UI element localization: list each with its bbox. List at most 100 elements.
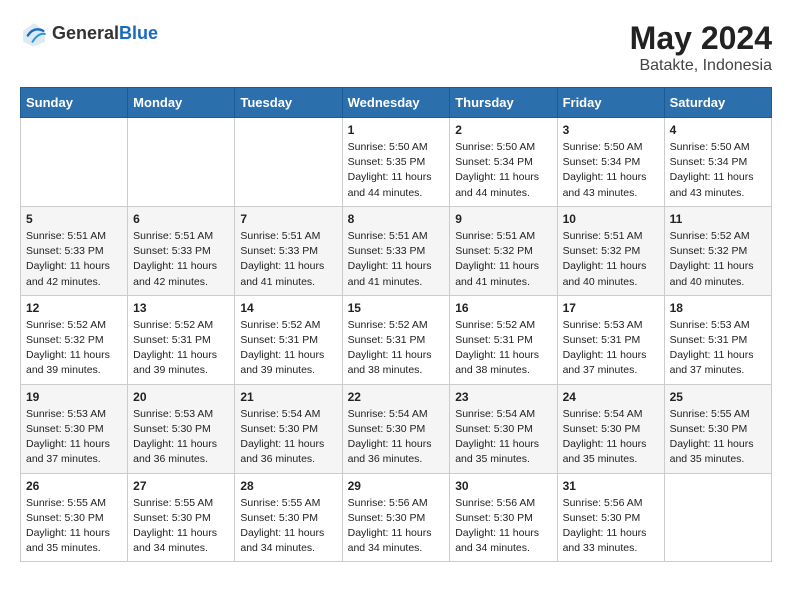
day-number: 12 — [26, 301, 122, 315]
day-info: Sunrise: 5:55 AM Sunset: 5:30 PM Dayligh… — [26, 496, 122, 557]
day-cell: 30 Sunrise: 5:56 AM Sunset: 5:30 PM Dayli… — [450, 473, 557, 562]
day-number: 5 — [26, 212, 122, 226]
day-info: Sunrise: 5:55 AM Sunset: 5:30 PM Dayligh… — [670, 407, 766, 468]
day-info: Sunrise: 5:52 AM Sunset: 5:32 PM Dayligh… — [670, 229, 766, 290]
day-info: Sunrise: 5:50 AM Sunset: 5:35 PM Dayligh… — [348, 140, 445, 201]
day-number: 19 — [26, 390, 122, 404]
day-cell: 15 Sunrise: 5:52 AM Sunset: 5:31 PM Dayli… — [342, 295, 450, 384]
week-row-2: 12 Sunrise: 5:52 AM Sunset: 5:32 PM Dayli… — [21, 295, 772, 384]
day-info: Sunrise: 5:52 AM Sunset: 5:31 PM Dayligh… — [240, 318, 336, 379]
day-cell: 5 Sunrise: 5:51 AM Sunset: 5:33 PM Daylig… — [21, 206, 128, 295]
day-number: 13 — [133, 301, 229, 315]
calendar-table: SundayMondayTuesdayWednesdayThursdayFrid… — [20, 87, 772, 562]
day-cell: 25 Sunrise: 5:55 AM Sunset: 5:30 PM Dayli… — [664, 384, 771, 473]
day-cell: 4 Sunrise: 5:50 AM Sunset: 5:34 PM Daylig… — [664, 118, 771, 207]
day-info: Sunrise: 5:53 AM Sunset: 5:30 PM Dayligh… — [26, 407, 122, 468]
logo: GeneralBlue — [20, 20, 158, 48]
day-number: 27 — [133, 479, 229, 493]
day-cell: 27 Sunrise: 5:55 AM Sunset: 5:30 PM Dayli… — [128, 473, 235, 562]
day-cell — [128, 118, 235, 207]
day-cell: 19 Sunrise: 5:53 AM Sunset: 5:30 PM Dayli… — [21, 384, 128, 473]
day-info: Sunrise: 5:54 AM Sunset: 5:30 PM Dayligh… — [563, 407, 659, 468]
day-info: Sunrise: 5:55 AM Sunset: 5:30 PM Dayligh… — [133, 496, 229, 557]
day-cell: 17 Sunrise: 5:53 AM Sunset: 5:31 PM Dayli… — [557, 295, 664, 384]
day-cell — [21, 118, 128, 207]
day-number: 3 — [563, 123, 659, 137]
day-number: 30 — [455, 479, 551, 493]
day-info: Sunrise: 5:52 AM Sunset: 5:31 PM Dayligh… — [133, 318, 229, 379]
day-number: 25 — [670, 390, 766, 404]
header-tuesday: Tuesday — [235, 88, 342, 118]
day-cell: 1 Sunrise: 5:50 AM Sunset: 5:35 PM Daylig… — [342, 118, 450, 207]
day-number: 4 — [670, 123, 766, 137]
day-cell: 24 Sunrise: 5:54 AM Sunset: 5:30 PM Dayli… — [557, 384, 664, 473]
day-number: 15 — [348, 301, 445, 315]
week-row-0: 1 Sunrise: 5:50 AM Sunset: 5:35 PM Daylig… — [21, 118, 772, 207]
day-info: Sunrise: 5:51 AM Sunset: 5:33 PM Dayligh… — [240, 229, 336, 290]
day-cell: 11 Sunrise: 5:52 AM Sunset: 5:32 PM Dayli… — [664, 206, 771, 295]
header-row: SundayMondayTuesdayWednesdayThursdayFrid… — [21, 88, 772, 118]
day-cell: 28Sunrise: 5:55 AM Sunset: 5:30 PM Dayli… — [235, 473, 342, 562]
day-cell: 9Sunrise: 5:51 AM Sunset: 5:32 PM Daylig… — [450, 206, 557, 295]
week-row-1: 5 Sunrise: 5:51 AM Sunset: 5:33 PM Daylig… — [21, 206, 772, 295]
day-number: 17 — [563, 301, 659, 315]
day-info: Sunrise: 5:52 AM Sunset: 5:32 PM Dayligh… — [26, 318, 122, 379]
header-wednesday: Wednesday — [342, 88, 450, 118]
day-info: Sunrise: 5:56 AM Sunset: 5:30 PM Dayligh… — [563, 496, 659, 557]
day-info: Sunrise: 5:54 AM Sunset: 5:30 PM Dayligh… — [455, 407, 551, 468]
day-cell: 8Sunrise: 5:51 AM Sunset: 5:33 PM Daylig… — [342, 206, 450, 295]
week-row-3: 19 Sunrise: 5:53 AM Sunset: 5:30 PM Dayli… — [21, 384, 772, 473]
day-number: 14 — [240, 301, 336, 315]
header-saturday: Saturday — [664, 88, 771, 118]
day-number: 28 — [240, 479, 336, 493]
header-friday: Friday — [557, 88, 664, 118]
day-cell: 26 Sunrise: 5:55 AM Sunset: 5:30 PM Dayli… — [21, 473, 128, 562]
month-title: May 2024 — [630, 20, 772, 57]
day-info: Sunrise: 5:51 AM Sunset: 5:33 PM Dayligh… — [348, 229, 445, 290]
day-info: Sunrise: 5:56 AM Sunset: 5:30 PM Dayligh… — [348, 496, 445, 557]
day-cell: 16Sunrise: 5:52 AM Sunset: 5:31 PM Dayli… — [450, 295, 557, 384]
day-cell: 20 Sunrise: 5:53 AM Sunset: 5:30 PM Dayli… — [128, 384, 235, 473]
day-info: Sunrise: 5:52 AM Sunset: 5:31 PM Dayligh… — [348, 318, 445, 379]
day-info: Sunrise: 5:56 AM Sunset: 5:30 PM Dayligh… — [455, 496, 551, 557]
day-info: Sunrise: 5:51 AM Sunset: 5:33 PM Dayligh… — [26, 229, 122, 290]
day-cell: 23 Sunrise: 5:54 AM Sunset: 5:30 PM Dayli… — [450, 384, 557, 473]
day-cell: 6Sunrise: 5:51 AM Sunset: 5:33 PM Daylig… — [128, 206, 235, 295]
day-info: Sunrise: 5:50 AM Sunset: 5:34 PM Dayligh… — [670, 140, 766, 201]
day-number: 21 — [240, 390, 336, 404]
day-number: 9 — [455, 212, 551, 226]
logo-icon — [20, 20, 48, 48]
day-number: 23 — [455, 390, 551, 404]
day-cell: 14 Sunrise: 5:52 AM Sunset: 5:31 PM Dayli… — [235, 295, 342, 384]
day-number: 26 — [26, 479, 122, 493]
day-cell: 2Sunrise: 5:50 AM Sunset: 5:34 PM Daylig… — [450, 118, 557, 207]
day-info: Sunrise: 5:53 AM Sunset: 5:31 PM Dayligh… — [563, 318, 659, 379]
day-number: 29 — [348, 479, 445, 493]
day-number: 11 — [670, 212, 766, 226]
logo-text: GeneralBlue — [52, 24, 158, 44]
day-info: Sunrise: 5:54 AM Sunset: 5:30 PM Dayligh… — [240, 407, 336, 468]
day-number: 20 — [133, 390, 229, 404]
day-cell: 18Sunrise: 5:53 AM Sunset: 5:31 PM Dayli… — [664, 295, 771, 384]
week-row-4: 26 Sunrise: 5:55 AM Sunset: 5:30 PM Dayli… — [21, 473, 772, 562]
day-number: 10 — [563, 212, 659, 226]
day-cell: 13 Sunrise: 5:52 AM Sunset: 5:31 PM Dayli… — [128, 295, 235, 384]
day-number: 31 — [563, 479, 659, 493]
day-info: Sunrise: 5:50 AM Sunset: 5:34 PM Dayligh… — [455, 140, 551, 201]
day-number: 7 — [240, 212, 336, 226]
day-info: Sunrise: 5:54 AM Sunset: 5:30 PM Dayligh… — [348, 407, 445, 468]
day-info: Sunrise: 5:51 AM Sunset: 5:32 PM Dayligh… — [563, 229, 659, 290]
day-info: Sunrise: 5:53 AM Sunset: 5:30 PM Dayligh… — [133, 407, 229, 468]
day-cell — [664, 473, 771, 562]
day-cell: 29 Sunrise: 5:56 AM Sunset: 5:30 PM Dayli… — [342, 473, 450, 562]
day-number: 24 — [563, 390, 659, 404]
day-cell: 3 Sunrise: 5:50 AM Sunset: 5:34 PM Daylig… — [557, 118, 664, 207]
day-cell: 21 Sunrise: 5:54 AM Sunset: 5:30 PM Dayli… — [235, 384, 342, 473]
page-header: GeneralBlue May 2024 Batakte, Indonesia — [20, 20, 772, 75]
header-monday: Monday — [128, 88, 235, 118]
day-info: Sunrise: 5:50 AM Sunset: 5:34 PM Dayligh… — [563, 140, 659, 201]
day-number: 1 — [348, 123, 445, 137]
day-info: Sunrise: 5:51 AM Sunset: 5:33 PM Dayligh… — [133, 229, 229, 290]
title-area: May 2024 Batakte, Indonesia — [630, 20, 772, 75]
day-info: Sunrise: 5:52 AM Sunset: 5:31 PM Dayligh… — [455, 318, 551, 379]
